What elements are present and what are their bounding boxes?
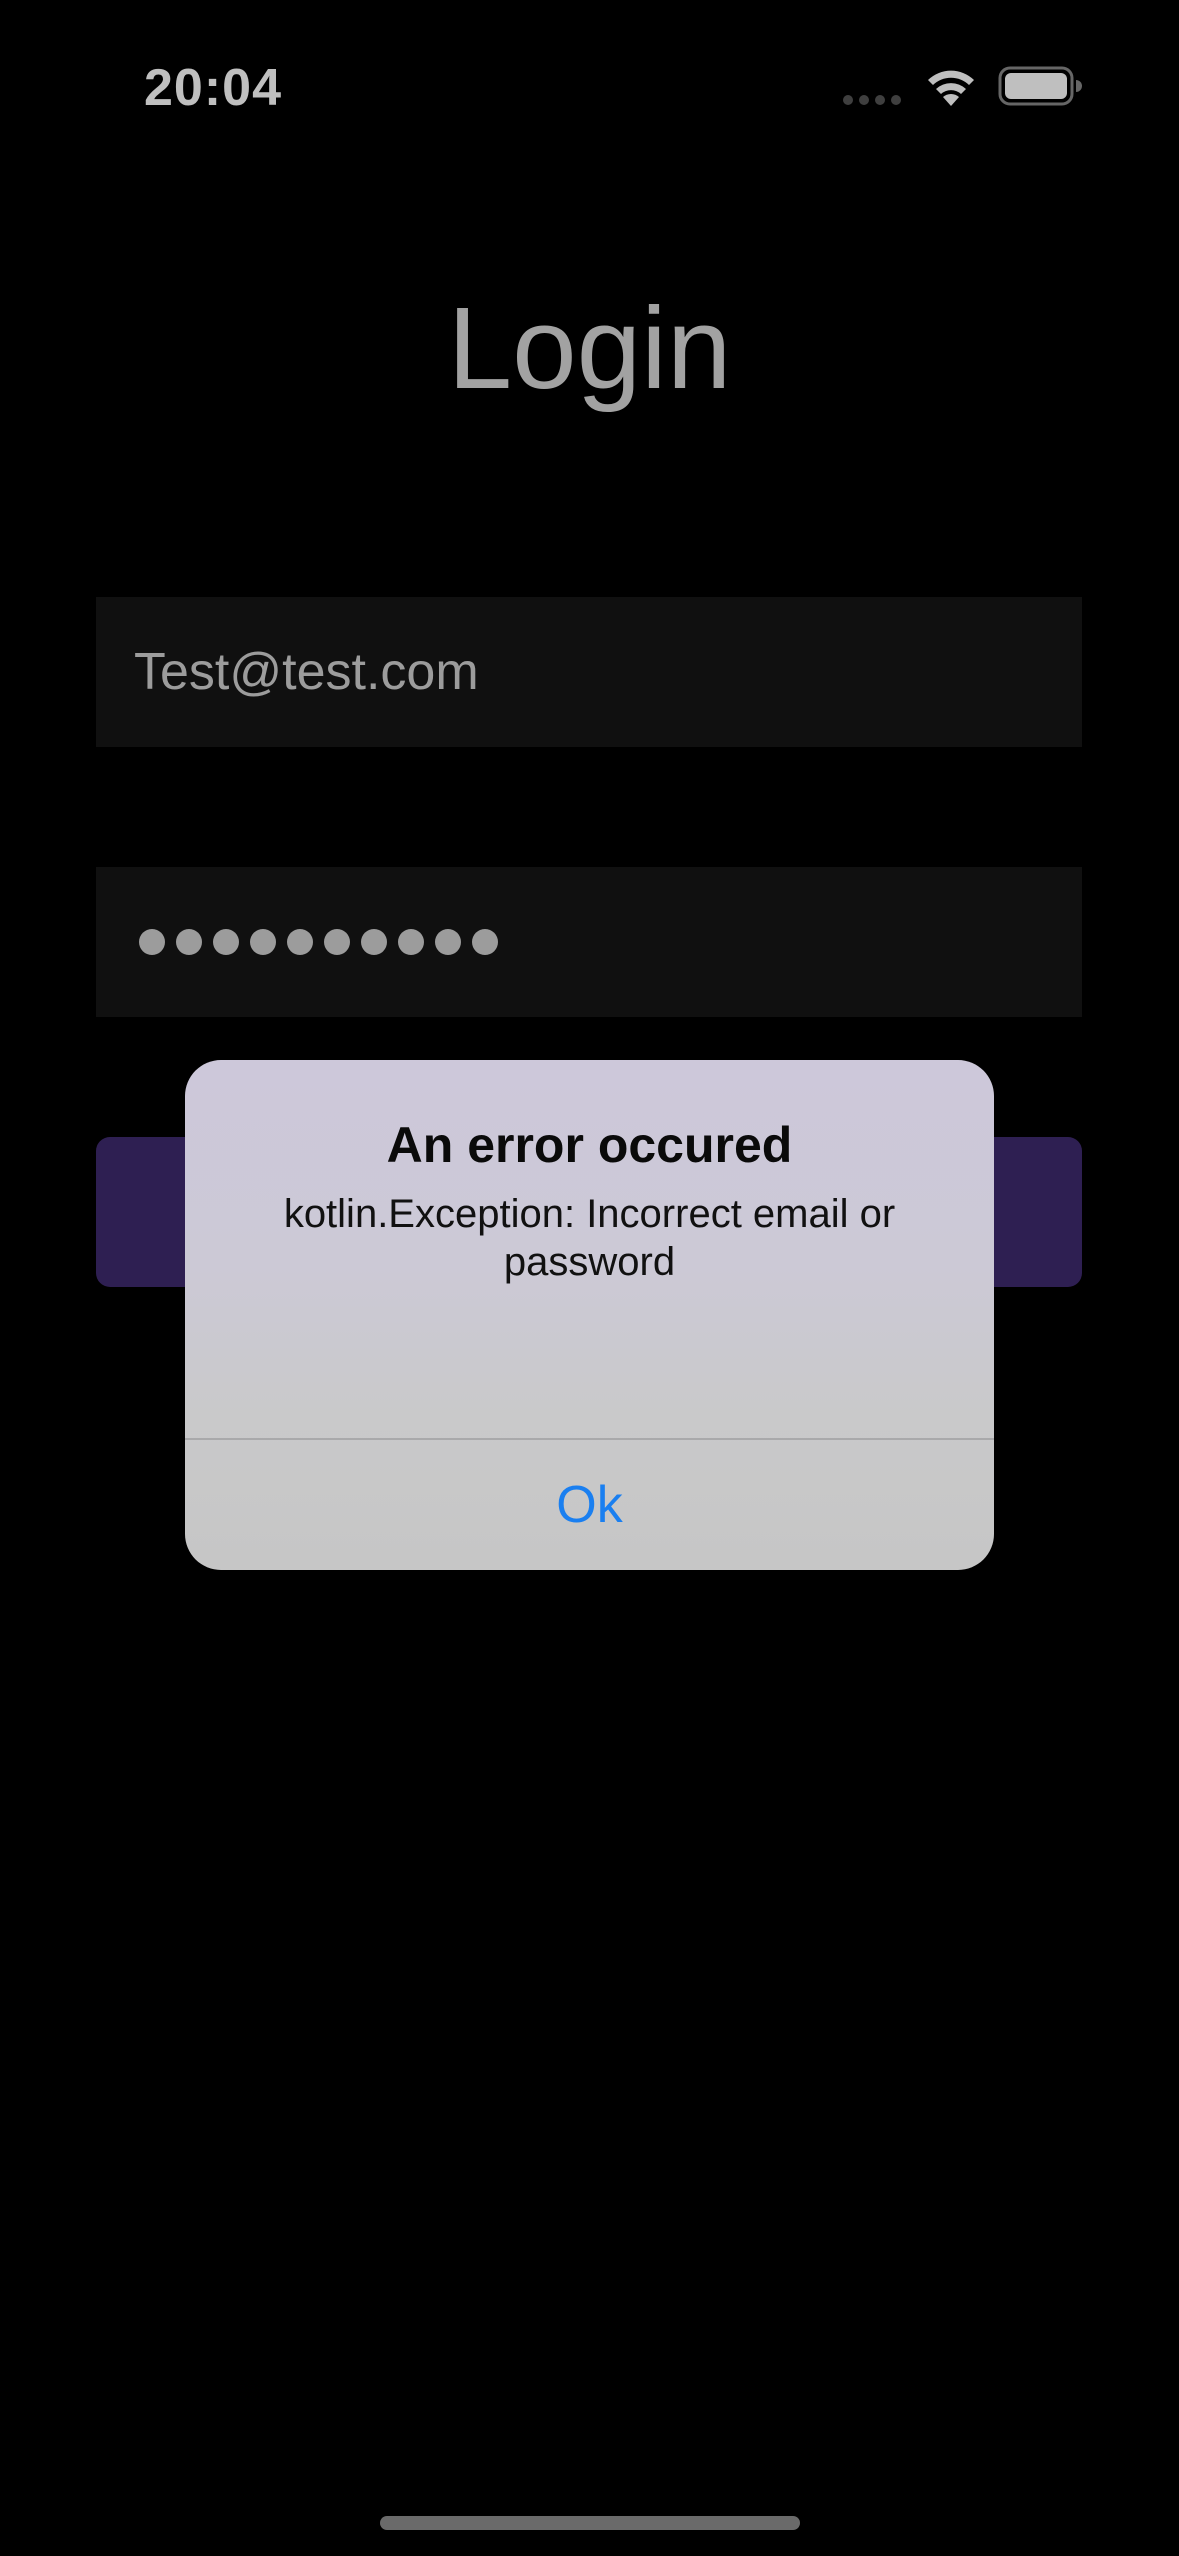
- home-indicator[interactable]: [380, 2516, 800, 2530]
- alert-title: An error occured: [386, 1117, 793, 1173]
- alert-ok-label: Ok: [556, 1476, 623, 1534]
- alert-message: kotlin.Exception: Incorrect email or pas…: [283, 1192, 896, 1284]
- alert-ok-button[interactable]: Ok: [185, 1440, 994, 1570]
- error-alert-dialog: An error occured kotlin.Exception: Incor…: [185, 1060, 994, 1570]
